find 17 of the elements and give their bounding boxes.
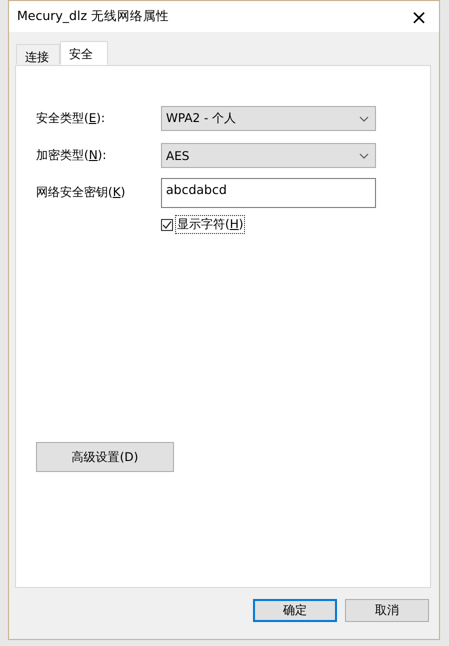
cancel-button[interactable]: 取消: [345, 599, 429, 622]
field-label: 加密类型(N):: [36, 147, 108, 164]
checkbox[interactable]: [161, 218, 173, 230]
advanced-settings-button[interactable]: 高级设置(D): [36, 442, 174, 472]
checkbox-label[interactable]: 显示字符(H): [175, 215, 246, 234]
tab[interactable]: 安全: [60, 41, 108, 65]
dropdown[interactable]: WPA2 - 个人: [161, 106, 376, 131]
field-label: 网络安全密钥(K): [36, 184, 126, 201]
close-button[interactable]: ×: [407, 6, 431, 26]
chevron-down-icon: [359, 152, 369, 158]
field-label: 安全类型(E):: [36, 110, 106, 127]
chevron-down-icon: [359, 116, 369, 122]
input-field[interactable]: abcdabcd: [161, 178, 376, 208]
window-title: Mecury_dlz 无线网络属性: [17, 8, 169, 25]
dropdown[interactable]: AES: [161, 143, 376, 168]
tab[interactable]: 连接: [16, 44, 60, 64]
ok-button[interactable]: 确定: [253, 599, 337, 622]
